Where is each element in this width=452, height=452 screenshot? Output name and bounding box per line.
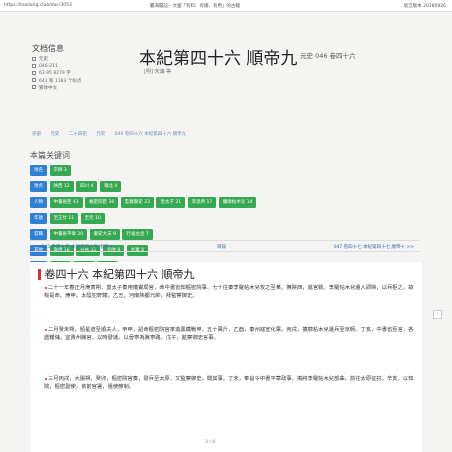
keyword-row: 地名 京師 3 — [30, 165, 420, 178]
chapter-pager: <<045 卷四十五 本紀第四十五 順帝八 目錄 047 卷四十七 本紀第四十七… — [30, 240, 420, 252]
keyword-category-tag[interactable]: 年號 — [30, 213, 47, 224]
language-icon — [32, 85, 36, 90]
keyword-category-tag[interactable]: 地名 — [30, 165, 47, 176]
keyword-category-tag[interactable]: 地点 — [30, 181, 47, 192]
breadcrumb: 史部 元史 二十四史 元史 046 卷四十六 本紀第四十六 順帝九 — [32, 131, 194, 137]
keyword-panel: 本篇关键词 地名 京師 3 地点 陝西 12 四川 4 嶺北 4 人物 中書省臣 43 樞密院臣… — [30, 150, 420, 288]
docinfo-row: 046-211 — [32, 63, 112, 70]
breadcrumb-item[interactable]: 元史 — [96, 132, 105, 137]
page-url[interactable]: https://taoliang.club/doc/3053 — [4, 3, 72, 8]
paragraph: 三月丙戌，大陽朔，癸卯，樞密院官奏，發兵至太原，又監察御史，聞其事。丁未，奉旨令… — [44, 376, 414, 391]
keyword-tag[interactable]: 京師 3 — [49, 165, 71, 176]
keyword-tag[interactable]: 皇太子 21 — [156, 197, 186, 208]
keyword-tag[interactable]: 御史大夫 9 — [89, 229, 120, 240]
keyword-tag[interactable]: 監察御史 23 — [120, 197, 154, 208]
main-content: 卷四十六 本紀第四十六 順帝九 二十一年春正月庚寅朔，皇太子奏用儀鸞局官，命中書… — [30, 262, 422, 452]
keyword-tag[interactable]: 中書省臣 43 — [49, 197, 83, 208]
paragraph: 二十一年春正月庚寅朔，皇太子奏用儀鸞局官，命中書省知樞密院事、七十往秦李羅帖木兒… — [44, 285, 414, 300]
keyword-tag[interactable]: 樞密院臣 30 — [85, 197, 119, 208]
page-title: 本紀第四十六 順帝九 — [139, 49, 298, 69]
keyword-tag[interactable]: 陝西 12 — [49, 181, 74, 192]
keyword-tag[interactable]: 嶺北 4 — [99, 181, 122, 192]
docinfo-row: 641 和 1183 个标点 — [32, 78, 112, 85]
next-chapter-link[interactable]: 047 卷四十七 本紀第四十七 順帝十 >> — [334, 244, 414, 250]
keyword-tag[interactable]: 至元 10 — [80, 213, 105, 224]
page-title-bar: 籠海閣訟 - 文國「有料、有總、有用」的古籍 — [150, 4, 240, 9]
hash-icon — [32, 63, 36, 68]
paragraph: 二月癸未朔，頒星道至順夫人，甲申，詔命樞密院官率造黑鐵戰甲，五十萬斤，乙酉，秦州… — [44, 327, 414, 342]
breadcrumb-item[interactable]: 二十四史 — [69, 132, 87, 137]
docinfo-row: 元史 — [32, 56, 112, 63]
page-number: 3 / 8 — [205, 440, 216, 445]
keyword-category-tag[interactable]: 官職 — [30, 229, 47, 240]
keyword-row: 地点 陝西 12 四川 4 嶺北 4 — [30, 181, 420, 194]
punctuation-icon — [32, 78, 36, 83]
keyword-tag[interactable]: 四川 4 — [76, 181, 98, 192]
docinfo-row: 繁体中文 — [32, 85, 112, 92]
text-count-icon — [32, 70, 36, 75]
prev-chapter-link[interactable]: <<045 卷四十五 本紀第四十五 順帝八 — [34, 244, 113, 250]
keyword-tag[interactable]: 李思齊 17 — [187, 197, 217, 208]
keyword-row: 年號 至正廿 11 至元 10 — [30, 213, 420, 226]
docinfo-heading: 文档信息 — [32, 44, 64, 53]
keyword-row: 人物 中書省臣 43 樞密院臣 30 監察御史 23 皇太子 21 李思齊 17 擴廓帖木兒… — [30, 197, 420, 210]
breadcrumb-item[interactable]: 史部 — [32, 132, 41, 137]
keyword-tag[interactable]: 擴廓帖木兒 14 — [218, 197, 257, 208]
keyword-tag[interactable]: 至正廿 11 — [49, 213, 79, 224]
book-icon — [32, 56, 36, 61]
version-label: 坂泛版本 20180926 — [403, 4, 446, 9]
note-flag-icon[interactable] — [45, 328, 47, 331]
note-flag-icon[interactable] — [45, 377, 47, 380]
keyword-tag[interactable]: 中書省平章 20 — [49, 229, 88, 240]
docinfo-row: 63.95 8279 字 — [32, 70, 112, 77]
browser-topbar: https://taoliang.club/doc/3053 籠海閣訟 - 文國… — [0, 0, 452, 12]
document-header: 文档信息 元史 046-211 63.95 8279 字 641 和 1183 … — [24, 33, 428, 93]
keyword-category-tag[interactable]: 人物 — [30, 197, 47, 208]
breadcrumb-item[interactable]: 046 卷四十六 本紀第四十六 順帝九 — [115, 132, 186, 137]
toc-link[interactable]: 目錄 — [217, 244, 226, 250]
author: [明] 宋濂 等 — [144, 69, 172, 75]
keyword-heading: 本篇关键词 — [30, 151, 70, 160]
document-info: 文档信息 元史 046-211 63.95 8279 字 641 和 1183 … — [32, 43, 112, 92]
keyword-tag[interactable]: 行省左丞 7 — [122, 229, 153, 240]
page-subtitle: 元史 046 卷四十六 — [300, 52, 356, 60]
side-toggle-button[interactable]: › — [433, 310, 442, 319]
breadcrumb-item[interactable]: 元史 — [50, 132, 59, 137]
note-flag-icon[interactable] — [45, 286, 47, 289]
chapter-heading: 卷四十六 本紀第四十六 順帝九 — [38, 266, 195, 282]
